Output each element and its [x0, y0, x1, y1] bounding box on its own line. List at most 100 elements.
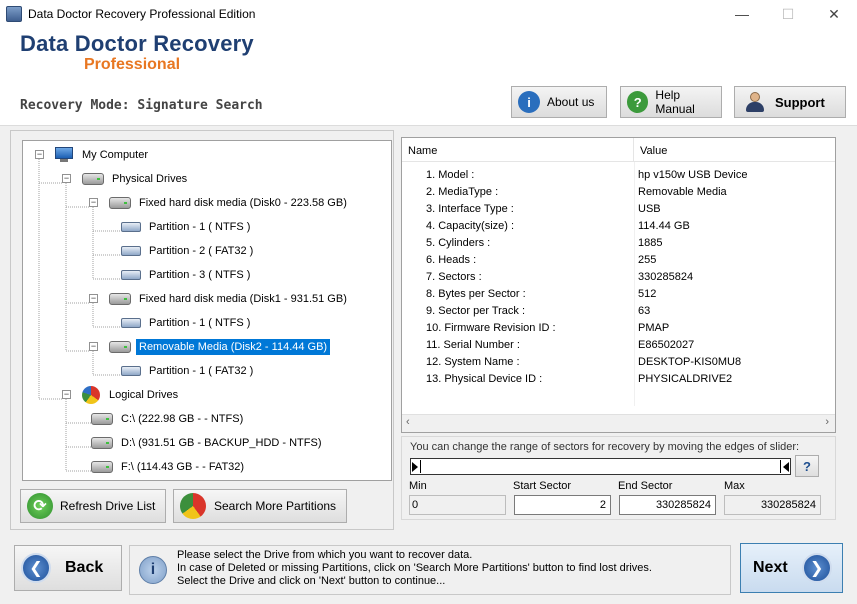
next-label: Next: [753, 559, 788, 576]
detail-row[interactable]: 6. Heads : 255: [402, 252, 835, 269]
close-button[interactable]: ✕: [811, 0, 857, 28]
tree-item-logical-drive[interactable]: C:\ (222.98 GB - - NTFS): [91, 409, 246, 429]
detail-row[interactable]: 3. Interface Type : USB: [402, 201, 835, 218]
detail-value: DESKTOP-KIS0MU8: [638, 356, 742, 368]
search-more-partitions-label: Search More Partitions: [214, 499, 337, 513]
help-icon: ?: [627, 91, 649, 113]
detail-row[interactable]: 12. System Name : DESKTOP-KIS0MU8: [402, 354, 835, 371]
detail-value: 330285824: [638, 271, 694, 283]
maximize-button[interactable]: ☐: [765, 0, 811, 28]
info-icon: i: [518, 91, 540, 113]
detail-value: PMAP: [638, 322, 670, 334]
sector-slider[interactable]: [410, 458, 791, 475]
detail-name: 1. Model :: [426, 169, 475, 181]
tree-item-logical-drives[interactable]: − Logical Drives: [62, 385, 181, 405]
column-name[interactable]: Name: [402, 138, 634, 161]
slider-left-edge: [420, 460, 421, 473]
tree-item-label: Partition - 1 ( FAT32 ): [149, 365, 254, 377]
info-box: i Please select the Drive from which you…: [129, 545, 731, 595]
support-button[interactable]: Support: [734, 86, 846, 118]
detail-row[interactable]: 8. Bytes per Sector : 512: [402, 286, 835, 303]
detail-row[interactable]: 4. Capacity(size) : 114.44 GB: [402, 218, 835, 235]
back-label: Back: [65, 559, 104, 576]
tree-item-my-computer[interactable]: − My Computer: [35, 145, 151, 165]
min-label: Min: [409, 480, 427, 492]
tree-item-disk0[interactable]: − Fixed hard disk media (Disk0 - 223.58 …: [89, 193, 350, 213]
tree-item-partition[interactable]: Partition - 3 ( NTFS ): [121, 265, 253, 285]
detail-name: 5. Cylinders :: [426, 237, 491, 249]
detail-row[interactable]: 2. MediaType : Removable Media: [402, 184, 835, 201]
tree-item-physical-drives[interactable]: − Physical Drives: [62, 169, 190, 189]
sector-help-button[interactable]: ?: [795, 455, 819, 477]
info-icon: i: [139, 556, 167, 584]
next-arrow-icon: ❯: [801, 553, 832, 583]
drive-icon: [109, 197, 131, 209]
collapse-icon[interactable]: −: [89, 342, 98, 351]
minimize-button[interactable]: —: [719, 0, 765, 28]
tree-item-partition[interactable]: Partition - 2 ( FAT32 ): [121, 241, 256, 261]
collapse-icon[interactable]: −: [35, 150, 44, 159]
end-sector-label: End Sector: [618, 480, 673, 492]
about-us-button[interactable]: i About us: [511, 86, 607, 118]
tree-item-label: C:\ (222.98 GB - - NTFS): [121, 413, 244, 425]
detail-value: USB: [638, 203, 661, 215]
collapse-icon[interactable]: −: [89, 294, 98, 303]
refresh-drive-list-button[interactable]: ⟳ Refresh Drive List: [20, 489, 166, 523]
detail-value: hp v150w USB Device: [638, 169, 748, 181]
info-text: Please select the Drive from which you w…: [177, 549, 652, 588]
tree-item-label: D:\ (931.51 GB - BACKUP_HDD - NTFS): [121, 437, 322, 449]
end-sector-field[interactable]: 330285824: [619, 495, 716, 515]
horizontal-scrollbar[interactable]: ‹ ›: [402, 414, 835, 432]
slider-right-handle-icon[interactable]: [783, 462, 789, 472]
max-sector-field: 330285824: [724, 495, 821, 515]
slider-left-handle-icon[interactable]: [412, 462, 418, 472]
collapse-icon[interactable]: −: [62, 174, 71, 183]
detail-name: 13. Physical Device ID :: [426, 373, 543, 385]
detail-row[interactable]: 7. Sectors : 330285824: [402, 269, 835, 286]
detail-name: 2. MediaType :: [426, 186, 499, 198]
tree-item-logical-drive[interactable]: D:\ (931.51 GB - BACKUP_HDD - NTFS): [91, 433, 325, 453]
partition-icon: [121, 318, 141, 328]
tree-item-label: My Computer: [82, 149, 149, 161]
detail-row[interactable]: 5. Cylinders : 1885: [402, 235, 835, 252]
detail-value: 114.44 GB: [638, 220, 690, 232]
info-line-3: Select the Drive and click on 'Next' but…: [177, 575, 446, 587]
window-controls: — ☐ ✕: [719, 0, 857, 28]
collapse-icon[interactable]: −: [89, 198, 98, 207]
grid-header: Name Value: [402, 138, 835, 162]
help-manual-button[interactable]: ? Help Manual: [620, 86, 722, 118]
detail-name: 11. Serial Number :: [426, 339, 520, 351]
tree-item-partition[interactable]: Partition - 1 ( NTFS ): [121, 217, 253, 237]
column-value[interactable]: Value: [634, 138, 673, 161]
tree-item-logical-drive[interactable]: F:\ (114.43 GB - - FAT32): [91, 457, 247, 477]
detail-row[interactable]: 1. Model : hp v150w USB Device: [402, 167, 835, 184]
back-button[interactable]: ❮ Back: [14, 545, 122, 591]
detail-name: 3. Interface Type :: [426, 203, 514, 215]
detail-row[interactable]: 13. Physical Device ID : PHYSICALDRIVE2: [402, 371, 835, 388]
next-button[interactable]: Next ❯: [740, 543, 843, 593]
tree-item-label: Partition - 2 ( FAT32 ): [149, 245, 254, 257]
back-arrow-icon: ❮: [21, 553, 51, 583]
scroll-right-icon[interactable]: ›: [825, 416, 829, 428]
computer-icon: [55, 147, 73, 163]
drive-icon: [82, 173, 104, 185]
tree-item-disk2[interactable]: − Removable Media (Disk2 - 114.44 GB): [89, 337, 331, 357]
detail-row[interactable]: 10. Firmware Revision ID : PMAP: [402, 320, 835, 337]
tree-item-disk1[interactable]: − Fixed hard disk media (Disk1 - 931.51 …: [89, 289, 350, 309]
detail-row[interactable]: 9. Sector per Track : 63: [402, 303, 835, 320]
support-label: Support: [775, 94, 825, 110]
drive-details-grid: Name Value 1. Model : hp v150w USB Device…: [401, 137, 836, 433]
drive-tree[interactable]: − My Computer − Physical Drives − Fixed …: [22, 140, 392, 481]
refresh-icon: ⟳: [27, 493, 53, 519]
scroll-left-icon[interactable]: ‹: [406, 416, 410, 428]
search-more-partitions-button[interactable]: Search More Partitions: [173, 489, 347, 523]
drive-icon: [91, 461, 113, 473]
app-icon: [6, 6, 22, 22]
start-sector-field[interactable]: 2: [514, 495, 611, 515]
detail-row[interactable]: 11. Serial Number : E86502027: [402, 337, 835, 354]
tree-item-partition[interactable]: Partition - 1 ( FAT32 ): [121, 361, 256, 381]
detail-name: 12. System Name :: [426, 356, 520, 368]
sector-hint-text: You can change the range of sectors for …: [410, 441, 800, 453]
tree-item-partition[interactable]: Partition - 1 ( NTFS ): [121, 313, 253, 333]
collapse-icon[interactable]: −: [62, 390, 71, 399]
